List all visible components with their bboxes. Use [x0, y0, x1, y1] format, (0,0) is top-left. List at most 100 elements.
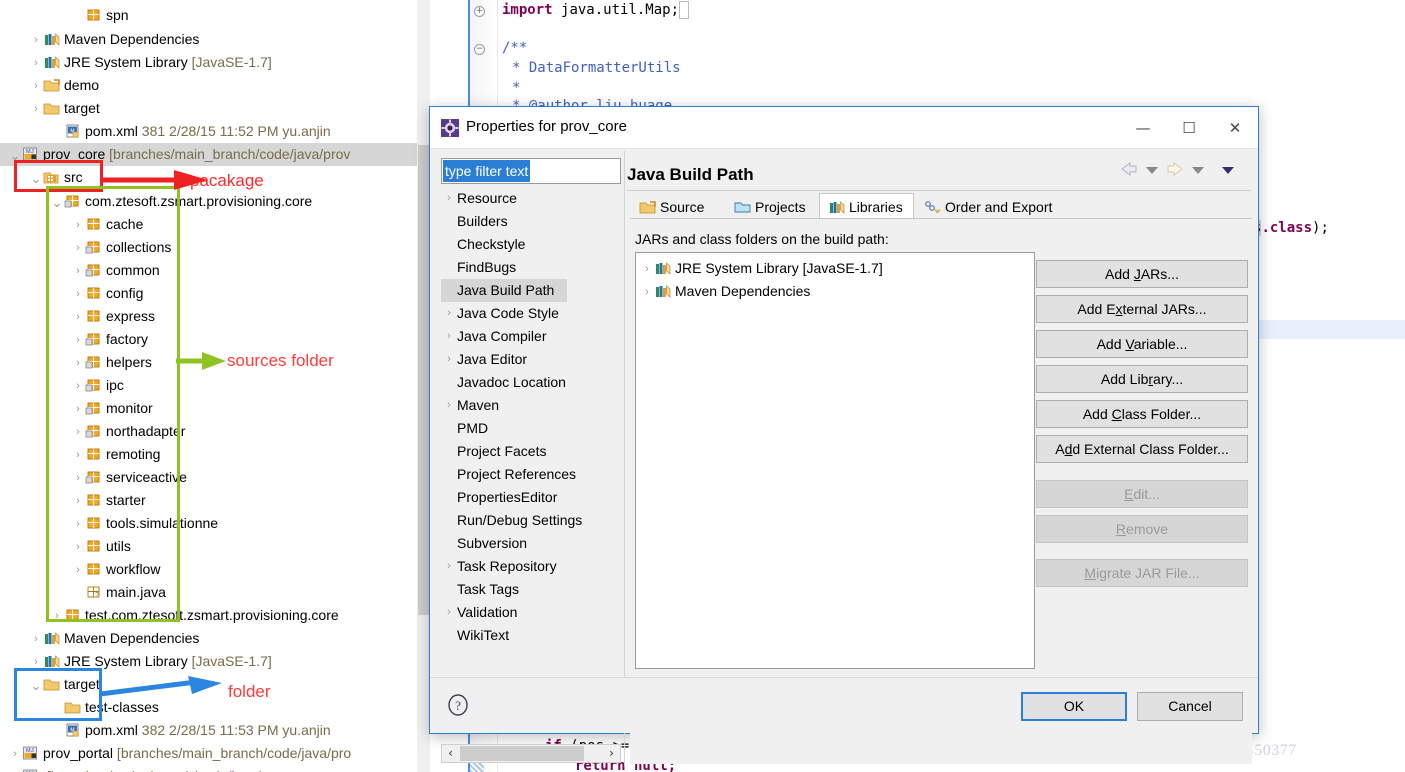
ok-button[interactable]: OK	[1021, 692, 1127, 721]
nav-item-validation[interactable]: › Validation	[441, 601, 517, 624]
explorer-tree-item[interactable]: › Maven Dependencies	[0, 28, 199, 51]
nav-item-wikitext[interactable]: WikiText	[441, 624, 509, 647]
nav-scroll-thumb[interactable]	[460, 746, 584, 761]
tab-libraries[interactable]: Libraries	[819, 193, 914, 219]
maximize-button[interactable]: ☐	[1166, 107, 1212, 149]
nav-item-label: Builders	[457, 213, 508, 229]
explorer-item-label: target	[64, 100, 100, 116]
explorer-item-label: pom.xml	[85, 123, 138, 139]
dialog-vertical-divider	[624, 151, 625, 766]
nav-item-java-editor[interactable]: › Java Editor	[441, 348, 527, 371]
nav-item-resource[interactable]: › Resource	[441, 187, 517, 210]
source-folder-icon	[639, 201, 656, 214]
explorer-tree-item[interactable]: ›MJ [branches/main_branch/code/java/	[0, 765, 261, 772]
nav-item-builders[interactable]: Builders	[441, 210, 508, 233]
chevron-right-icon[interactable]: ›	[443, 325, 455, 348]
nav-item-maven[interactable]: › Maven	[441, 394, 499, 417]
close-button[interactable]: ✕	[1212, 107, 1258, 149]
nav-item-java-code-style[interactable]: › Java Code Style	[441, 302, 559, 325]
filter-input[interactable]: type filter text	[441, 158, 621, 184]
library-icon	[656, 285, 671, 298]
tab-label: Order and Export	[945, 199, 1053, 215]
fold-expand-icon[interactable]: +	[474, 6, 485, 17]
source-folder-icon	[43, 79, 60, 92]
nav-item-subversion[interactable]: Subversion	[441, 532, 527, 555]
chevron-right-icon[interactable]: ›	[443, 555, 455, 578]
explorer-item-meta: [branches/main_branch/code/java/prov	[105, 146, 351, 162]
preference-nav-tree[interactable]: › Resource Builders Checkstyle FindBugs Java …	[441, 187, 621, 679]
explorer-tree-item[interactable]: Mpom.xml 381 2/28/15 11:52 PM yu.anjin	[0, 120, 331, 143]
explorer-item-meta: [JavaSE-1.7]	[187, 653, 272, 669]
jar-list-item[interactable]: › JRE System Library [JavaSE-1.7]	[640, 257, 883, 279]
scroll-right-icon[interactable]: ›	[603, 745, 620, 762]
nav-item-javadoc-location[interactable]: Javadoc Location	[441, 371, 566, 394]
help-icon[interactable]: ?	[447, 694, 469, 716]
chevron-right-icon[interactable]: ›	[443, 348, 455, 371]
jar-list-label: JARs and class folders on the build path…	[635, 231, 889, 247]
nav-item-task-tags[interactable]: Task Tags	[441, 578, 519, 601]
button-add-jars[interactable]: Add JARs...	[1036, 260, 1248, 288]
tab-projects[interactable]: Projects	[725, 193, 817, 219]
chevron-right-icon[interactable]: ›	[29, 98, 43, 121]
chevron-right-icon[interactable]: ›	[640, 281, 654, 303]
button-add-external-class-folder[interactable]: Add External Class Folder...	[1036, 435, 1248, 463]
explorer-item-meta: [branches/main_branch/code/java/	[43, 768, 261, 772]
nav-item-project-references[interactable]: Project References	[441, 463, 576, 486]
nav-item-java-compiler[interactable]: › Java Compiler	[441, 325, 546, 348]
tab-source[interactable]: Source	[630, 193, 723, 219]
explorer-tree-item[interactable]: › M J prov_portal [branches/main_branch/cod…	[0, 742, 351, 765]
minimize-button[interactable]: —	[1120, 107, 1166, 149]
nav-item-pmd[interactable]: PMD	[441, 417, 488, 440]
chevron-right-icon[interactable]: ›	[8, 766, 22, 772]
nav-item-checkstyle[interactable]: Checkstyle	[441, 233, 525, 256]
chevron-right-icon[interactable]: ›	[640, 258, 654, 280]
sources-folder-annotation-label: sources folder	[227, 351, 334, 370]
tab-order-and-export[interactable]: Order and Export	[915, 193, 1068, 219]
explorer-item-label: prov_portal	[43, 745, 114, 761]
jar-list-item[interactable]: › Maven Dependencies	[640, 280, 810, 302]
button-add-external-jars[interactable]: Add External JARs...	[1036, 295, 1248, 323]
nav-item-task-repository[interactable]: › Task Repository	[441, 555, 556, 578]
chevron-right-icon[interactable]: ›	[29, 75, 43, 98]
nav-item-label: Project References	[457, 466, 577, 482]
build-path-tabs[interactable]: Source Projects Libraries Order and Export	[630, 193, 1252, 219]
explorer-tree-item[interactable]: › target	[0, 97, 100, 120]
explorer-tree-item[interactable]: spn	[0, 4, 129, 27]
nav-item-java-build-path[interactable]: Java Build Path	[441, 279, 567, 302]
chevron-right-icon[interactable]: ›	[29, 29, 43, 52]
nav-item-run-debug-settings[interactable]: Run/Debug Settings	[441, 509, 582, 532]
nav-item-findbugs[interactable]: FindBugs	[441, 256, 516, 279]
explorer-tree-item[interactable]: › Maven Dependencies	[0, 627, 199, 650]
page-history-nav[interactable]	[1118, 159, 1248, 179]
nav-item-propertieseditor[interactable]: PropertiesEditor	[441, 486, 557, 509]
cancel-button[interactable]: Cancel	[1137, 692, 1243, 721]
nav-item-label: Task Tags	[457, 581, 519, 597]
explorer-item-meta: 381 2/28/15 11:52 PM yu.anjin	[137, 123, 331, 139]
chevron-right-icon[interactable]: ›	[8, 743, 22, 766]
button-add-variable[interactable]: Add Variable...	[1036, 330, 1248, 358]
explorer-scrollbar-thumb[interactable]	[418, 145, 429, 615]
button-add-library[interactable]: Add Library...	[1036, 365, 1248, 393]
nav-horizontal-scrollbar[interactable]: ‹ ›	[441, 744, 621, 763]
folder-annotation-label: folder	[228, 682, 271, 701]
jar-list[interactable]: › JRE System Library [JavaSE-1.7] › Maven D…	[635, 252, 1035, 669]
fold-collapse-icon[interactable]: −	[474, 44, 485, 55]
scroll-left-icon[interactable]: ‹	[442, 745, 459, 762]
explorer-tree-item[interactable]: › demo	[0, 74, 99, 97]
chevron-right-icon[interactable]: ›	[443, 394, 455, 417]
chevron-right-icon[interactable]: ›	[443, 302, 455, 325]
chevron-right-icon[interactable]: ›	[443, 601, 455, 624]
chevron-right-icon[interactable]: ›	[29, 52, 43, 75]
explorer-tree-item[interactable]: Mpom.xml 382 2/28/15 11:53 PM yu.anjin	[0, 719, 331, 742]
explorer-tree-item[interactable]: › JRE System Library [JavaSE-1.7]	[0, 51, 272, 74]
properties-dialog[interactable]: Properties for prov_core — ☐ ✕ type filt…	[429, 106, 1259, 766]
tab-label: Libraries	[849, 199, 903, 215]
dialog-titlebar[interactable]: Properties for prov_core — ☐ ✕	[430, 107, 1258, 149]
chevron-right-icon[interactable]: ›	[443, 187, 455, 210]
code-line-class-ref: s.class);	[1253, 220, 1329, 236]
chevron-right-icon[interactable]: ›	[29, 628, 43, 651]
nav-item-project-facets[interactable]: Project Facets	[441, 440, 546, 463]
button-add-class-folder[interactable]: Add Class Folder...	[1036, 400, 1248, 428]
